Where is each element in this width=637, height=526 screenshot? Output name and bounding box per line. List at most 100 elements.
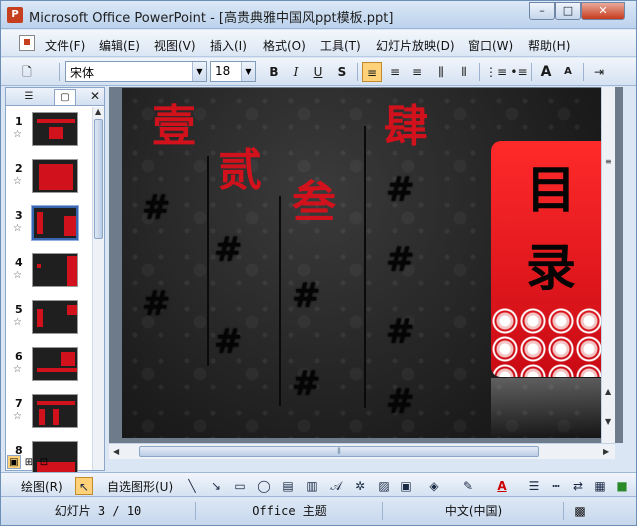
horizontal-scroll-thumb[interactable]: ⫼	[139, 446, 539, 457]
scroll-grip-icon[interactable]: ≡	[605, 157, 612, 166]
fill-color-icon[interactable]: ◈	[425, 477, 443, 495]
document-icon[interactable]	[19, 35, 35, 51]
menu-help[interactable]: 帮助(H)	[528, 37, 570, 54]
minimize-button[interactable]: –	[529, 2, 555, 20]
outline-tab-icon[interactable]: ☰	[18, 89, 40, 105]
line-icon[interactable]: ╲	[183, 477, 201, 495]
maximize-button[interactable]: □	[555, 2, 581, 20]
pane-scroll-thumb[interactable]	[94, 119, 103, 239]
previous-slide-icon[interactable]: ▲	[605, 387, 611, 396]
divider-line	[279, 196, 281, 406]
scroll-right-icon[interactable]: ▶	[603, 447, 609, 456]
slide-thumbnail-item[interactable]: 5 ☆	[6, 299, 92, 343]
canvas-horizontal-scrollbar[interactable]: ◀ ⫼ ▶	[109, 443, 615, 459]
slide-thumbnail[interactable]	[32, 253, 78, 287]
3d-style-icon[interactable]: ■	[613, 477, 631, 495]
underline-button[interactable]: U	[308, 62, 328, 82]
normal-view-icon[interactable]: ▣	[7, 455, 21, 469]
slide-thumbnail[interactable]	[32, 159, 78, 193]
line-color-icon[interactable]: ✎	[459, 477, 477, 495]
slide-canvas[interactable]: 壹 贰 叁 肆 # # # # # # # # # # 目 录	[122, 88, 612, 438]
slide-sorter-icon[interactable]: ⊞	[22, 455, 36, 469]
bold-button[interactable]: B	[264, 62, 284, 82]
animation-star-icon: ☆	[13, 270, 22, 281]
dash-style-icon[interactable]: ┅	[547, 477, 565, 495]
thumbnail-shape	[53, 409, 59, 425]
spellcheck-icon[interactable]: ▩	[565, 502, 595, 520]
align-right-button[interactable]: ≡	[407, 62, 427, 82]
slide-number: 7	[15, 397, 23, 410]
oval-icon[interactable]: ◯	[255, 477, 273, 495]
placeholder-mark: #	[214, 322, 243, 362]
slide-thumbnail[interactable]	[31, 205, 79, 241]
slide-thumbnail[interactable]	[32, 300, 78, 334]
toolbar-separator	[357, 63, 358, 81]
textbox-icon[interactable]: ▤	[279, 477, 297, 495]
picture-icon[interactable]: ▣	[397, 477, 415, 495]
center-button[interactable]: ≡	[385, 62, 405, 82]
slide-thumbnail[interactable]	[32, 394, 78, 428]
select-pointer-icon[interactable]: ↖	[75, 477, 93, 495]
menu-view[interactable]: 视图(V)	[154, 37, 196, 54]
menu-slideshow[interactable]: 幻灯片放映(D)	[376, 37, 455, 54]
indent-icon[interactable]: ⇥	[589, 62, 609, 82]
distribute-icon[interactable]: ⫼	[431, 62, 451, 82]
menu-tools[interactable]: 工具(T)	[320, 37, 361, 54]
arrow-icon[interactable]: ↘	[207, 477, 225, 495]
slide-thumbnail-item[interactable]: 7 ☆	[6, 393, 92, 437]
slideshow-icon[interactable]: ⊡	[37, 455, 51, 469]
clipart-icon[interactable]: ▨	[375, 477, 393, 495]
autoshapes-button[interactable]: 自选图形(U)	[107, 478, 173, 495]
line-style-icon[interactable]: ☰	[525, 477, 543, 495]
slide-number: 6	[15, 350, 23, 363]
numbering-icon[interactable]: ⋮≡	[485, 62, 507, 82]
font-color-icon[interactable]: A	[493, 477, 511, 495]
menu-format[interactable]: 格式(O)	[263, 37, 306, 54]
chevron-down-icon[interactable]: ▼	[192, 62, 206, 81]
scroll-up-icon[interactable]: ▲	[95, 107, 101, 116]
slide-number: 3	[15, 209, 23, 222]
decrease-font-button[interactable]: A	[558, 62, 578, 82]
close-button[interactable]: ✕	[581, 2, 625, 20]
powerpoint-icon[interactable]: P	[7, 7, 23, 23]
shadow-button[interactable]: S	[332, 62, 352, 82]
italic-button[interactable]: I	[286, 62, 306, 82]
slide-thumbnail-item[interactable]: 6 ☆	[6, 346, 92, 390]
align-left-button[interactable]: ≡	[362, 62, 382, 82]
contents-title-char: 录	[526, 238, 576, 297]
slide-thumbnail[interactable]	[32, 347, 78, 381]
canvas-vertical-scrollbar[interactable]: ≡ ▲ ▼	[601, 87, 615, 443]
font-name-select[interactable]: 宋体 ▼	[65, 61, 207, 82]
slides-tab-icon[interactable]: ▢	[54, 89, 76, 105]
wordart-icon[interactable]: 𝒜	[327, 477, 345, 495]
toolbar-separator	[59, 63, 60, 81]
diagram-icon[interactable]: ✲	[351, 477, 369, 495]
chevron-down-icon[interactable]: ▼	[241, 62, 255, 81]
menu-window[interactable]: 窗口(W)	[468, 37, 513, 54]
pane-close-button[interactable]: ✕	[84, 89, 106, 105]
bullets-icon[interactable]: •≡	[509, 62, 529, 82]
scroll-left-icon[interactable]: ◀	[113, 447, 119, 456]
new-document-icon[interactable]: 🗋	[17, 62, 37, 82]
font-size-select[interactable]: 18 ▼	[210, 61, 256, 82]
columns-icon[interactable]: ⫴	[454, 62, 474, 82]
rectangle-icon[interactable]: ▭	[231, 477, 249, 495]
next-slide-icon[interactable]: ▼	[605, 417, 611, 426]
slide-thumbnail[interactable]	[32, 112, 78, 146]
window-title: Microsoft Office PowerPoint - [高贵典雅中国风pp…	[29, 11, 394, 26]
menu-bar: 文件(F) 编辑(E) 视图(V) 插入(I) 格式(O) 工具(T) 幻灯片放…	[1, 30, 636, 57]
slide-thumbnail-item[interactable]: 4 ☆	[6, 252, 92, 296]
shadow-style-icon[interactable]: ▦	[591, 477, 609, 495]
draw-menu-button[interactable]: 绘图(R)	[21, 478, 63, 495]
toolbar-separator	[479, 63, 480, 81]
slide-thumbnail-item[interactable]: 2 ☆	[6, 158, 92, 202]
slide-thumbnail-item[interactable]: 1 ☆	[6, 111, 92, 155]
vertical-textbox-icon[interactable]: ▥	[303, 477, 321, 495]
slide-thumbnail-item[interactable]: 3 ☆	[6, 205, 92, 249]
pane-scrollbar[interactable]: ▲	[92, 107, 104, 470]
increase-font-button[interactable]: A	[536, 62, 556, 82]
menu-file[interactable]: 文件(F)	[45, 37, 85, 54]
arrow-style-icon[interactable]: ⇄	[569, 477, 587, 495]
menu-insert[interactable]: 插入(I)	[210, 37, 247, 54]
menu-edit[interactable]: 编辑(E)	[99, 37, 140, 54]
